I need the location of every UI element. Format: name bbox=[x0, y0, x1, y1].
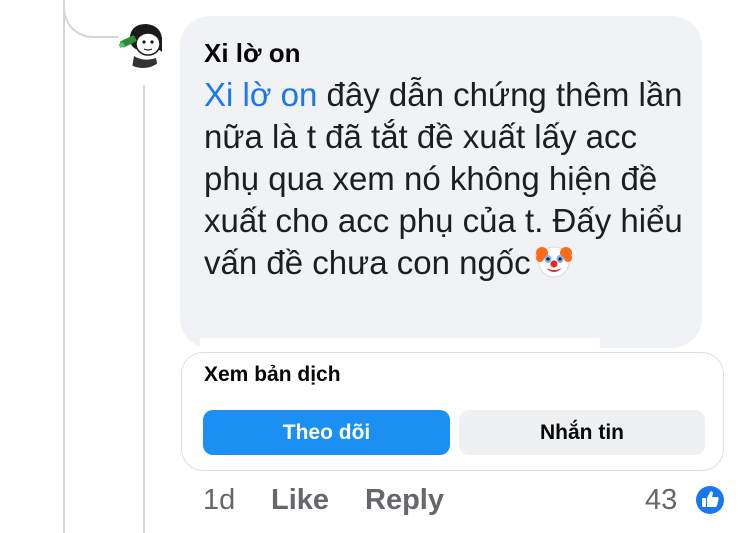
follow-button[interactable]: Theo dõi bbox=[203, 410, 450, 455]
like-button[interactable]: Like bbox=[271, 484, 329, 517]
reply-thread-line bbox=[143, 85, 145, 533]
comment-author[interactable]: Xi lờ on bbox=[204, 38, 300, 69]
avatar-image bbox=[118, 18, 168, 68]
comment-timestamp[interactable]: 1d bbox=[203, 484, 235, 517]
comment-body: Xi lờ on đây dẫn chứng thêm lần nữa là t… bbox=[204, 74, 684, 290]
clown-face-icon bbox=[535, 242, 573, 290]
reply-button[interactable]: Reply bbox=[365, 484, 444, 517]
comment-thread: Xi lờ on Xi lờ on đây dẫn chứng thêm lần… bbox=[0, 0, 750, 533]
profile-hover-card: Xem bản dịch Theo dõi Nhắn tin bbox=[181, 352, 724, 471]
see-translation-link[interactable]: Xem bản dịch bbox=[204, 363, 341, 387]
thread-connector bbox=[63, 0, 123, 38]
reaction-count[interactable]: 43 bbox=[645, 484, 677, 517]
comment-bubble: Xi lờ on Xi lờ on đây dẫn chứng thêm lần… bbox=[180, 16, 702, 348]
mention-link[interactable]: Xi lờ on bbox=[204, 76, 317, 113]
thumbs-up-icon[interactable] bbox=[694, 484, 726, 516]
message-button[interactable]: Nhắn tin bbox=[459, 410, 705, 455]
avatar[interactable] bbox=[118, 18, 168, 68]
thread-line bbox=[63, 0, 65, 533]
